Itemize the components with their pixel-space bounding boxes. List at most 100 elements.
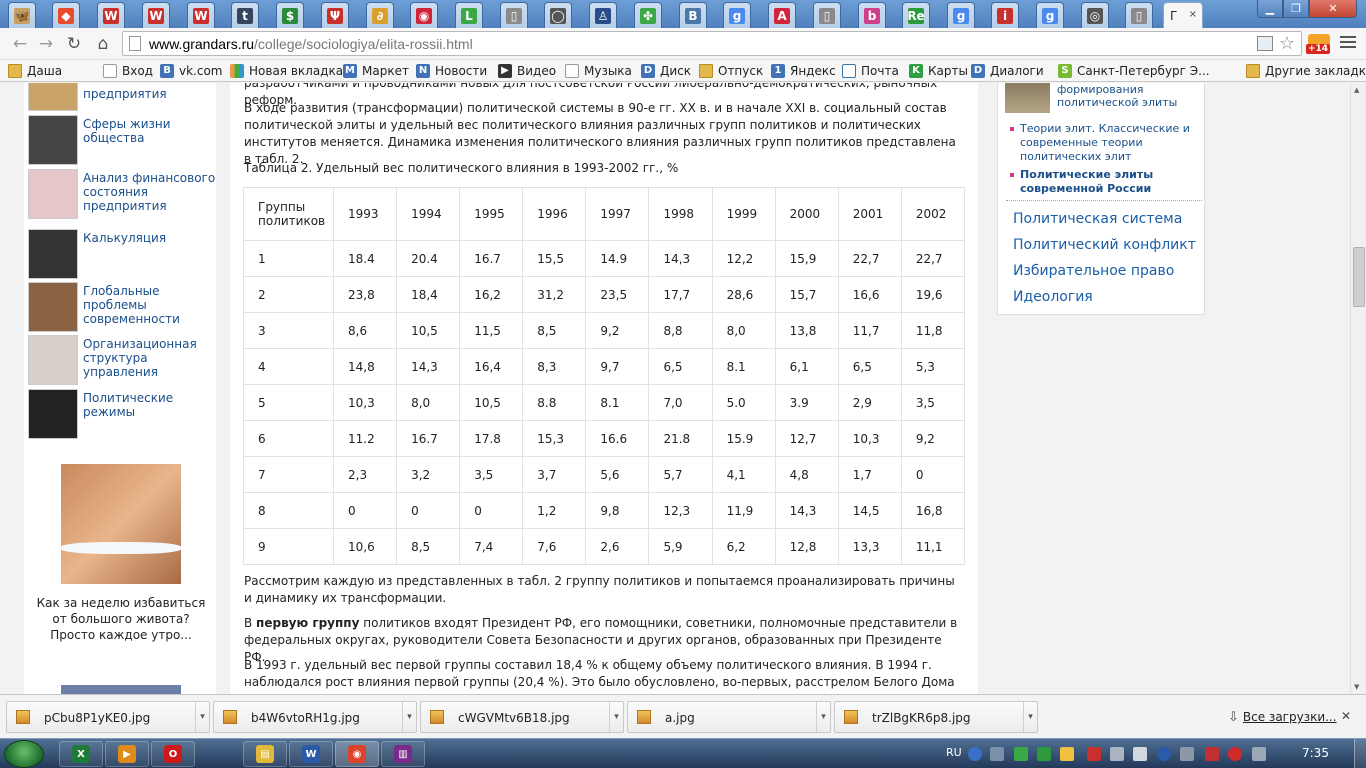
browser-tab[interactable]: W: [187, 2, 215, 28]
related-bullet-current[interactable]: Политические элиты современной России: [1010, 168, 1200, 196]
link-political-conflict[interactable]: Политический конфликт: [1013, 237, 1196, 253]
scrollbar-thumb[interactable]: [1353, 247, 1365, 307]
taskbar-app-button[interactable]: ▤: [243, 741, 287, 767]
bookmark-item[interactable]: Музыка: [565, 62, 632, 80]
taskbar-app-button[interactable]: ◉: [335, 741, 379, 767]
page-action-icon[interactable]: [1257, 36, 1273, 51]
tray-check-icon[interactable]: [1014, 747, 1028, 761]
sidebar-article-label[interactable]: Сферы жизни общества: [83, 117, 218, 145]
browser-tab[interactable]: $: [276, 2, 304, 28]
bookmark-item[interactable]: Отпуск: [699, 62, 763, 80]
minimize-button[interactable]: ▁: [1257, 0, 1283, 18]
related-bullet-theories[interactable]: Теории элит. Классические и современные …: [1010, 122, 1200, 164]
address-bar[interactable]: www.grandars.ru/college/sociologiya/elit…: [122, 31, 1302, 56]
sidebar-article-item[interactable]: Политические режимы: [28, 389, 214, 441]
browser-tab[interactable]: A: [768, 2, 796, 28]
download-item[interactable]: trZlBgKR6p8.jpg ▾: [834, 701, 1038, 733]
article-thumbnail[interactable]: [28, 229, 78, 279]
tray-help-icon[interactable]: [968, 747, 982, 761]
tray-flag-icon[interactable]: [1252, 747, 1266, 761]
sidebar-article-item[interactable]: Анализ финансового состояния предприятия: [28, 169, 215, 221]
browser-tab[interactable]: ▯: [1125, 2, 1153, 28]
chrome-menu-button[interactable]: [1340, 36, 1356, 50]
browser-tab[interactable]: g: [1036, 2, 1064, 28]
clock[interactable]: 7:35: [1302, 746, 1329, 760]
tray-network-icon[interactable]: [1087, 747, 1101, 761]
sidebar-article-label[interactable]: Анализ финансового состояния предприятия: [83, 171, 218, 213]
browser-tab[interactable]: ✤: [634, 2, 662, 28]
language-indicator[interactable]: RU: [946, 746, 962, 759]
browser-tab[interactable]: ∂: [366, 2, 394, 28]
bookmark-item[interactable]: Bvk.com: [160, 62, 223, 80]
browser-tab[interactable]: Ψ: [321, 2, 349, 28]
browser-tab[interactable]: ♙: [589, 2, 617, 28]
tray-printer-icon[interactable]: [1110, 747, 1124, 761]
sidebar-article-label[interactable]: предприятия: [83, 87, 218, 101]
tray-volume-icon[interactable]: [1133, 747, 1147, 761]
tray-antivirus-icon[interactable]: [1205, 747, 1219, 761]
bookmark-star-icon[interactable]: ☆: [1279, 33, 1295, 54]
browser-tab[interactable]: Re: [902, 2, 930, 28]
start-button[interactable]: [4, 740, 44, 768]
bookmark-item[interactable]: S Санкт-Петербург Э...: [1058, 62, 1210, 80]
bookmark-item[interactable]: ▶ Видео: [498, 62, 556, 80]
browser-tab[interactable]: W: [97, 2, 125, 28]
bookmark-item[interactable]: M Маркет: [343, 62, 409, 80]
taskbar-app-button[interactable]: X: [59, 741, 103, 767]
browser-tab[interactable]: b: [858, 2, 886, 28]
download-menu-chevron-icon[interactable]: ▾: [402, 702, 416, 732]
download-item[interactable]: b4W6vtoRH1g.jpg ▾: [213, 701, 417, 733]
back-button[interactable]: ←: [9, 33, 31, 55]
download-menu-chevron-icon[interactable]: ▾: [816, 702, 830, 732]
browser-tab[interactable]: L: [455, 2, 483, 28]
download-item[interactable]: cWGVMtv6B18.jpg ▾: [420, 701, 624, 733]
tray-drive-icon[interactable]: [1060, 747, 1074, 761]
ad-image[interactable]: [61, 464, 181, 584]
browser-tab[interactable]: i: [991, 2, 1019, 28]
article-thumbnail[interactable]: [28, 389, 78, 439]
sidebar-article-item[interactable]: Организационная структура управления: [28, 335, 214, 387]
show-desktop-button[interactable]: [1354, 739, 1366, 768]
sidebar-article-item[interactable]: Калькуляция: [28, 229, 214, 281]
browser-tab[interactable]: t: [231, 2, 259, 28]
browser-tab[interactable]: g: [947, 2, 975, 28]
tray-bluetooth-icon[interactable]: [1157, 747, 1171, 761]
browser-tab[interactable]: ▯: [813, 2, 841, 28]
bookmark-item[interactable]: Даша: [8, 62, 62, 80]
browser-tab[interactable]: ◆: [52, 2, 80, 28]
bookmark-item[interactable]: Вход: [103, 62, 153, 80]
article-thumbnail[interactable]: [28, 83, 78, 111]
sidebar-article-item[interactable]: Сферы жизни общества: [28, 115, 214, 167]
url-text[interactable]: www.grandars.ru/college/sociologiya/elit…: [149, 36, 473, 52]
show-all-downloads[interactable]: ⇩ Все загрузки...: [1228, 710, 1337, 725]
sidebar-article-label[interactable]: Калькуляция: [83, 231, 218, 245]
close-window-button[interactable]: ✕: [1309, 0, 1357, 18]
link-electoral-law[interactable]: Избирательное право: [1013, 263, 1174, 279]
article-thumbnail[interactable]: [28, 115, 78, 165]
taskbar-app-button[interactable]: W: [289, 741, 333, 767]
taskbar-app-button[interactable]: O: [151, 741, 195, 767]
browser-tab[interactable]: ▯: [500, 2, 528, 28]
browser-tab[interactable]: W: [142, 2, 170, 28]
article-thumbnail[interactable]: [28, 282, 78, 332]
sidebar-article-label[interactable]: Глобальные проблемы современности: [83, 284, 218, 326]
bookmark-item[interactable]: Новая вкладка: [230, 62, 343, 80]
bookmark-item[interactable]: D Диалоги: [971, 62, 1044, 80]
reload-button[interactable]: ↻: [63, 33, 85, 55]
browser-tab[interactable]: B: [679, 2, 707, 28]
bookmark-item[interactable]: Почта: [842, 62, 899, 80]
browser-tab[interactable]: ◉: [410, 2, 438, 28]
page-scrollbar[interactable]: ▲ ▼: [1350, 83, 1366, 694]
tray-chevron-icon[interactable]: [990, 747, 1004, 761]
article-thumbnail[interactable]: [28, 169, 78, 219]
related-thumbnail[interactable]: [1005, 83, 1050, 113]
tray-usb-icon[interactable]: [1180, 747, 1194, 761]
related-top-link[interactable]: формирования политической элиты: [1057, 83, 1202, 109]
bookmark-item[interactable]: D Диск: [641, 62, 691, 80]
browser-tab[interactable]: ◯: [544, 2, 572, 28]
bookmark-item[interactable]: 1 Яндекс: [771, 62, 836, 80]
download-menu-chevron-icon[interactable]: ▾: [1023, 702, 1037, 732]
forward-button[interactable]: →: [35, 33, 57, 55]
scroll-down-icon[interactable]: ▼: [1354, 683, 1359, 691]
home-button[interactable]: ⌂: [92, 33, 114, 55]
